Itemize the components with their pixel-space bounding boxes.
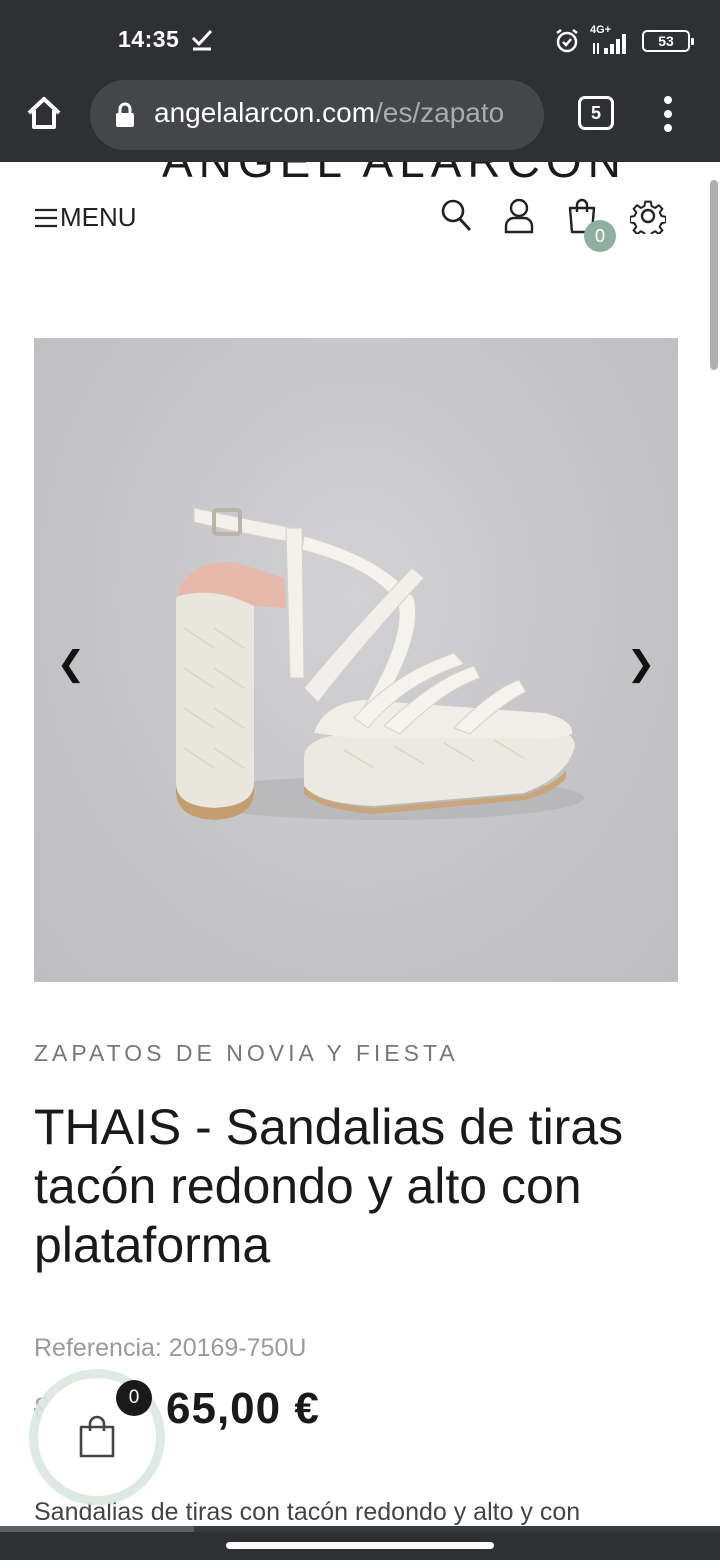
tab-count: 5: [590, 102, 601, 123]
system-nav-bar: [0, 1532, 720, 1560]
browser-toolbar: angelalarcon.com/es/zapato 5: [0, 80, 720, 162]
gear-icon[interactable]: [630, 198, 666, 234]
product-image-carousel[interactable]: ❮ ❯: [34, 338, 678, 982]
status-icons: 4G+ 53: [554, 24, 694, 58]
alarm-icon: [556, 29, 578, 53]
product-category[interactable]: ZAPATOS DE NOVIA Y FIESTA: [34, 1040, 459, 1067]
carousel-prev-arrow[interactable]: ❮: [56, 644, 86, 684]
tabs-icon[interactable]: 5: [578, 96, 614, 130]
cart-count-badge[interactable]: 0: [584, 220, 616, 252]
url-path: /es/zapato: [375, 97, 505, 128]
search-icon[interactable]: [440, 198, 472, 232]
scrollbar-thumb[interactable]: [710, 180, 718, 370]
carousel-next-arrow[interactable]: ❯: [626, 644, 656, 684]
home-icon[interactable]: [24, 93, 64, 133]
home-gesture-bar[interactable]: [226, 1542, 494, 1549]
web-page: ANGEL ALARCON MENU 0: [0, 162, 720, 1526]
battery-level: 53: [658, 33, 674, 49]
overflow-menu-icon[interactable]: [656, 94, 680, 134]
url-text[interactable]: angelalarcon.com/es/zapato: [154, 97, 504, 129]
shopping-bag-icon: [79, 1415, 115, 1458]
scrollbar[interactable]: [710, 180, 720, 1520]
signal-icon: 4G+: [590, 24, 632, 56]
url-host: angelalarcon.com: [154, 97, 376, 128]
product-title: THAIS - Sandalias de tiras tacón redondo…: [34, 1099, 624, 1273]
product-reference: Referencia: 20169-750U: [34, 1334, 307, 1362]
check-icon: [191, 29, 213, 51]
address-bar[interactable]: angelalarcon.com/es/zapato: [90, 80, 544, 150]
current-price: 65,00 €: [166, 1384, 320, 1433]
product-image[interactable]: [154, 488, 584, 838]
menu-button[interactable]: MENU: [34, 202, 137, 233]
product-description: Sandalias de tiras con tacón redondo y a…: [34, 1498, 581, 1526]
menu-label: MENU: [60, 202, 137, 232]
site-logo[interactable]: ANGEL ALARCON: [162, 162, 627, 188]
battery-icon: 53: [642, 30, 694, 52]
hamburger-icon: [35, 208, 57, 227]
lock-icon: [116, 102, 134, 127]
status-bar: 14:35 4G+ 53: [0, 0, 720, 80]
clock: 14:35: [118, 26, 180, 52]
floating-cart-count[interactable]: 0: [116, 1380, 152, 1416]
user-icon[interactable]: [504, 198, 534, 234]
